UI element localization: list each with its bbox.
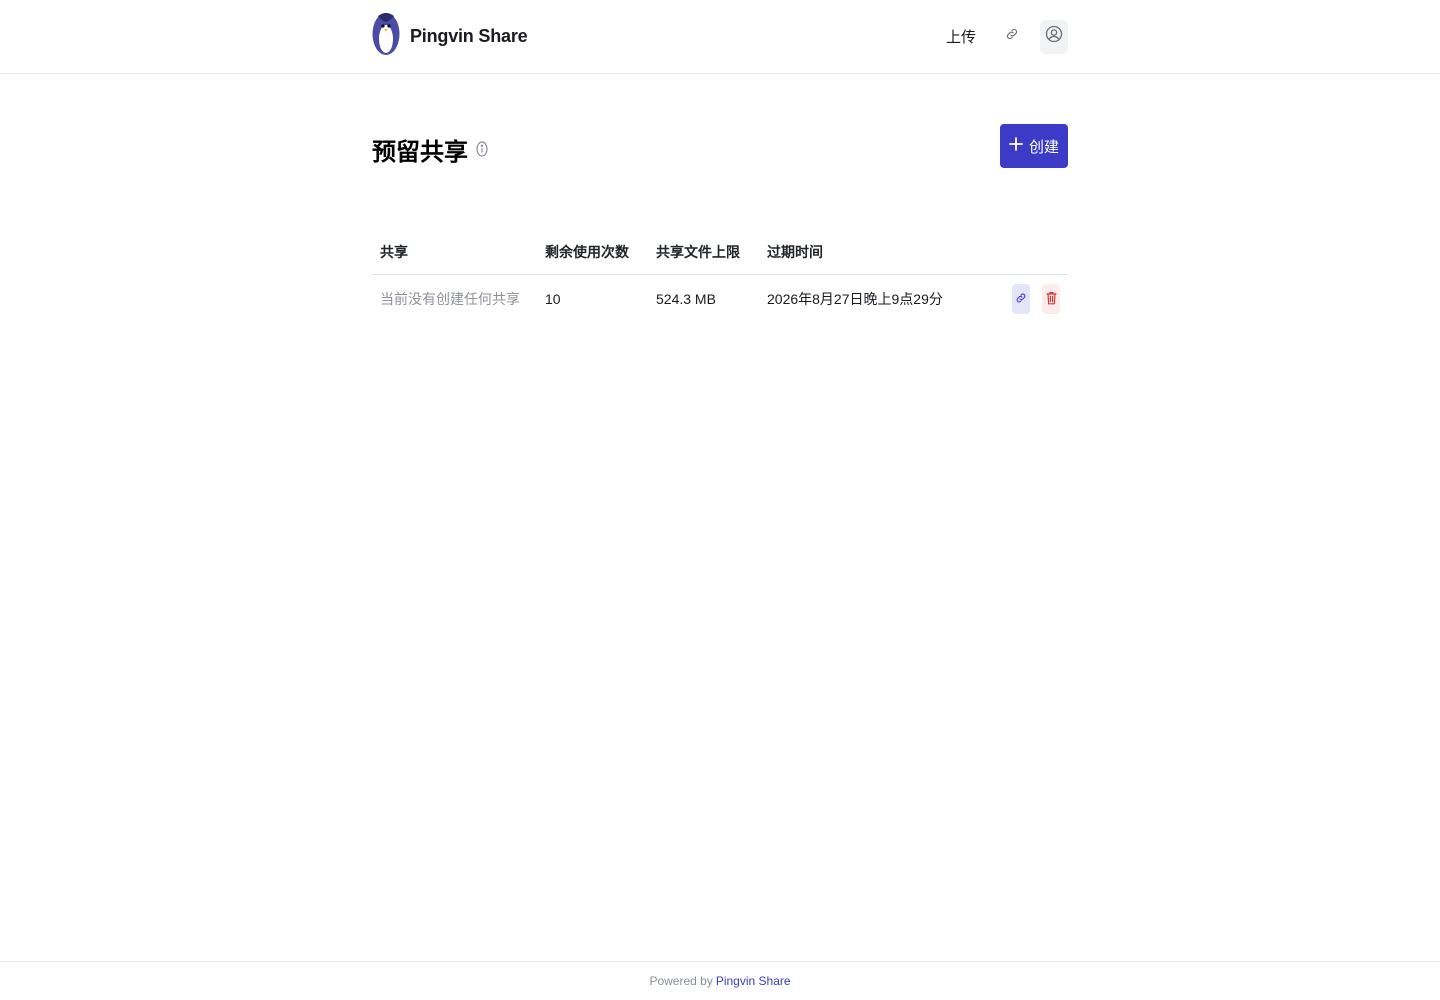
column-header-share: 共享 [372, 230, 537, 275]
column-header-max-size: 共享文件上限 [648, 230, 759, 275]
reverse-shares-table: 共享 剩余使用次数 共享文件上限 过期时间 当前没有创建任何共享 10 524.… [372, 230, 1068, 324]
reverse-share-link[interactable] [998, 20, 1026, 54]
trash-icon [1045, 291, 1057, 308]
delete-button[interactable] [1042, 284, 1060, 315]
link-icon [1005, 27, 1019, 46]
table-row: 当前没有创建任何共享 10 524.3 MB 2026年8月27日晚上9点29分 [372, 274, 1068, 324]
top-navbar: Pingvin Share 上传 [0, 0, 1440, 74]
nav-links: 上传 [938, 19, 1068, 54]
cell-max-size: 524.3 MB [656, 291, 716, 308]
user-menu-button[interactable] [1040, 19, 1068, 54]
footer-prefix: Powered by [649, 974, 713, 988]
user-circle-icon [1045, 25, 1063, 48]
title-wrap: 预留共享 [372, 126, 488, 167]
cell-expiration: 2026年8月27日晚上9点29分 [767, 291, 943, 308]
cell-remaining-uses: 10 [545, 291, 561, 308]
title-row: 预留共享 创建 [372, 124, 1068, 168]
upload-link[interactable]: 上传 [938, 20, 984, 53]
cell-share: 当前没有创建任何共享 [380, 291, 520, 308]
info-circle-icon[interactable] [476, 141, 488, 157]
table-header-row: 共享 剩余使用次数 共享文件上限 过期时间 [372, 230, 1068, 275]
navbar-inner: Pingvin Share 上传 [372, 0, 1068, 73]
column-header-actions [989, 230, 1068, 275]
brand-name: Pingvin Share [410, 26, 528, 46]
link-icon [1015, 291, 1027, 307]
penguin-logo-icon [372, 12, 400, 61]
brand-link[interactable]: Pingvin Share [372, 12, 528, 61]
column-header-remaining-uses: 剩余使用次数 [537, 230, 648, 275]
cell-actions [989, 274, 1068, 324]
footer: Powered by Pingvin Share [0, 961, 1440, 1000]
column-header-expiration: 过期时间 [759, 230, 989, 275]
row-actions [997, 284, 1060, 315]
page-title: 预留共享 [372, 138, 468, 166]
create-button[interactable]: 创建 [1000, 124, 1068, 168]
footer-pingvin-link[interactable]: Pingvin Share [716, 974, 791, 988]
create-button-label: 创建 [1028, 138, 1059, 156]
plus-icon [1009, 137, 1023, 155]
copy-link-button[interactable] [1012, 284, 1030, 315]
